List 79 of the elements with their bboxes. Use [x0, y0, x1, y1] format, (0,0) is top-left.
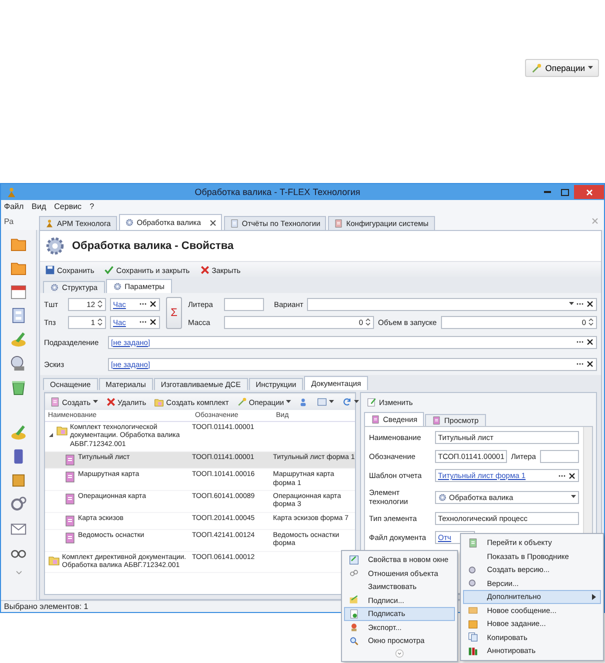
- window-title: Обработка валика - T-FLEX Технология: [194, 187, 362, 197]
- window-icon: [316, 397, 327, 407]
- caret-icon: [354, 400, 359, 404]
- spinner-icon[interactable]: [97, 317, 103, 327]
- menu-item[interactable]: Сервис: [54, 202, 82, 210]
- expand-icon[interactable]: [48, 432, 54, 438]
- caret-icon: [328, 400, 334, 404]
- document-icon: [64, 492, 76, 505]
- annotate-icon: [468, 646, 478, 656]
- save-icon: [45, 265, 55, 275]
- submenu-arrow-icon: [592, 594, 596, 600]
- clear-icon[interactable]: [149, 300, 157, 308]
- box-icon: [10, 472, 27, 489]
- menu-item[interactable]: Вид: [32, 202, 46, 210]
- properties-icon: [349, 554, 359, 565]
- caret-icon: [571, 495, 576, 499]
- caret-icon: [588, 66, 593, 70]
- text-field[interactable]: [224, 298, 264, 310]
- disc-icon: [10, 355, 27, 372]
- document-icon: [64, 454, 76, 466]
- config-icon: [334, 219, 344, 228]
- close-button[interactable]: [574, 185, 604, 199]
- figure-icon: [45, 219, 54, 228]
- document-icon: [468, 538, 478, 548]
- sign-icon: [349, 608, 359, 619]
- folder-icon: [48, 554, 60, 566]
- maximize-icon: [561, 188, 569, 196]
- cabinet-icon: [10, 307, 27, 324]
- signature-icon: [349, 595, 359, 606]
- bin-icon: [10, 379, 27, 396]
- close-icon[interactable]: [210, 220, 216, 226]
- gears-icon: [10, 496, 27, 513]
- cross-icon: [106, 397, 116, 407]
- document-icon: [64, 471, 76, 484]
- document-icon: [50, 397, 60, 407]
- calendar-icon: [10, 283, 27, 300]
- cross-icon: [200, 265, 210, 275]
- text-field[interactable]: [540, 450, 579, 463]
- folder-icon: [154, 397, 164, 407]
- document-icon: [371, 415, 380, 424]
- close-icon: [586, 188, 592, 196]
- chevron-down-icon[interactable]: [395, 648, 404, 658]
- panel-label: Ра: [3, 216, 15, 226]
- sum-button[interactable]: Σ: [166, 297, 182, 329]
- clear-icon[interactable]: [586, 300, 594, 308]
- wand-icon: [531, 62, 542, 74]
- check-icon: [104, 265, 114, 275]
- caret-icon: [92, 400, 98, 404]
- menu-item[interactable]: ?: [90, 202, 94, 210]
- document-icon: [64, 532, 76, 544]
- minimize-icon: [544, 191, 550, 193]
- link-icon: [349, 568, 359, 578]
- figure-icon: [6, 186, 17, 198]
- operations-button[interactable]: Операции: [525, 59, 599, 77]
- spinner-icon[interactable]: [97, 299, 103, 309]
- refresh-icon: [342, 397, 352, 407]
- clear-icon[interactable]: [149, 318, 157, 326]
- envelope-icon: [468, 605, 478, 616]
- spinner-icon[interactable]: [365, 317, 371, 327]
- status-text: Выбрано элементов: 1: [4, 602, 88, 611]
- copy-icon: [468, 632, 478, 642]
- pen-icon: [10, 331, 27, 348]
- report-icon: [230, 219, 239, 228]
- page-title: Обработка валика - Свойства: [72, 240, 234, 252]
- task-icon: [468, 618, 478, 629]
- folder-icon: [56, 424, 68, 436]
- wand-icon: [236, 397, 247, 407]
- clear-icon[interactable]: [586, 360, 594, 368]
- caret-icon: [286, 400, 291, 404]
- spinner-icon[interactable]: [588, 317, 594, 327]
- document-icon: [64, 514, 76, 527]
- menu-item[interactable]: Файл: [4, 202, 24, 210]
- edit-icon: [367, 397, 377, 407]
- pen-icon: [10, 424, 27, 441]
- clear-icon[interactable]: [568, 472, 576, 480]
- export-icon: [349, 622, 359, 632]
- caret-icon: [569, 302, 574, 306]
- clear-icon[interactable]: [586, 338, 594, 346]
- search-icon: [349, 636, 359, 646]
